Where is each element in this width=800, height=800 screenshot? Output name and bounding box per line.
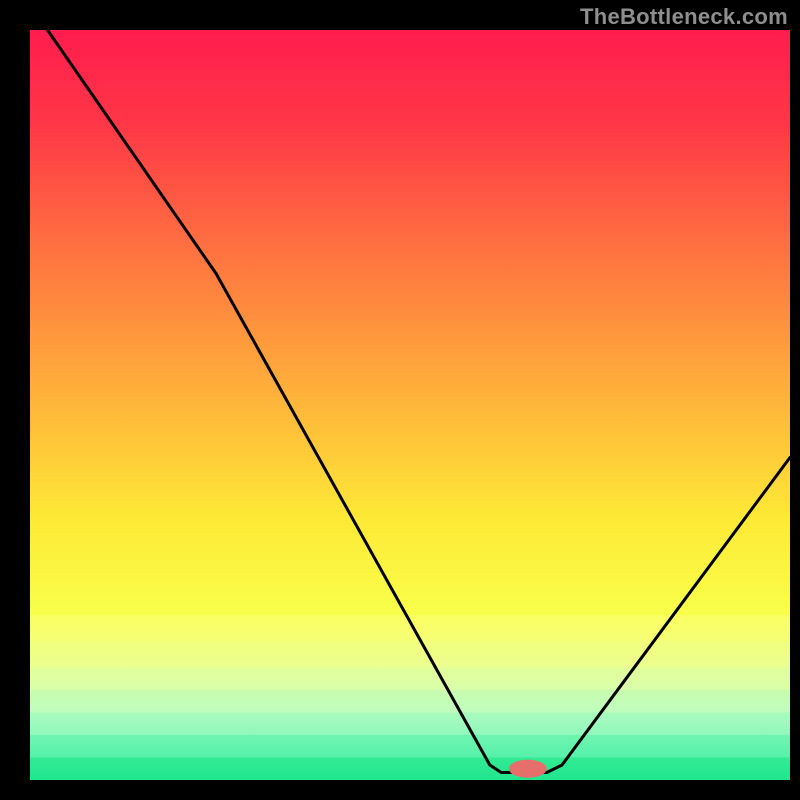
watermark-text: TheBottleneck.com <box>580 4 788 30</box>
chart-band-2 <box>30 668 790 691</box>
chart-band-6 <box>30 758 790 781</box>
chart-band-3 <box>30 690 790 713</box>
optimal-marker <box>509 760 547 778</box>
chart-band-5 <box>30 735 790 758</box>
chart-container: TheBottleneck.com <box>0 0 800 800</box>
bottleneck-chart <box>0 0 800 800</box>
chart-band-1 <box>30 641 790 667</box>
chart-band-4 <box>30 713 790 736</box>
